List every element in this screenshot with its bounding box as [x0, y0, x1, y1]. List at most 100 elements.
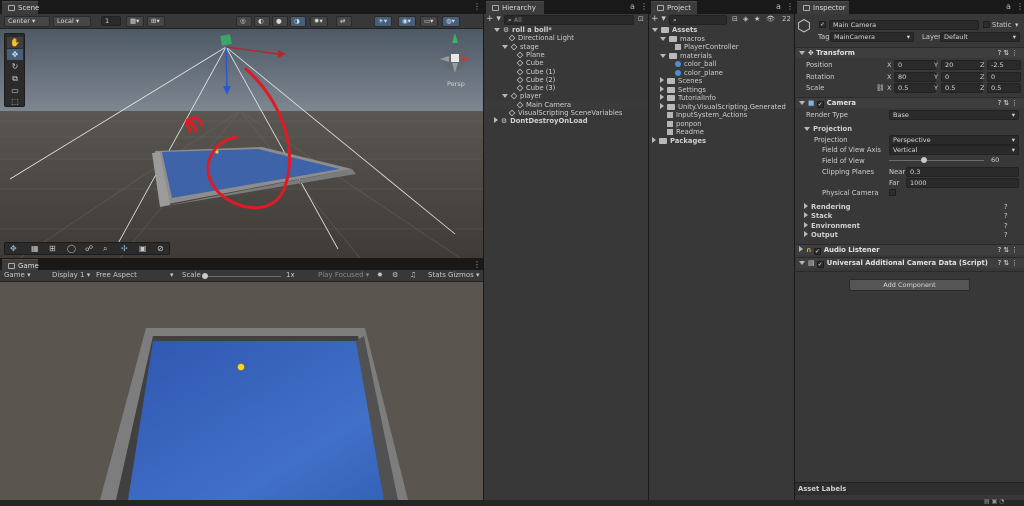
snap-increment-field[interactable]: 1 [101, 16, 121, 26]
hierarchy-filter-icon[interactable]: ⊡ [638, 15, 644, 23]
physical-camera-checkbox[interactable] [889, 189, 896, 196]
scene-menu-icon[interactable]: ⋮ [473, 2, 481, 11]
project-item[interactable]: Scenes [649, 77, 794, 86]
shading-shaded-button[interactable]: ◑ [290, 16, 306, 27]
settings-icon[interactable]: ⚙ [392, 271, 398, 279]
favorite-icon[interactable]: ★ [754, 15, 760, 23]
add-component-button[interactable]: Add Component [849, 279, 970, 291]
audio-listener-checkbox[interactable]: ✓ [813, 248, 821, 255]
asset-labels-bar[interactable]: Asset Labels [795, 482, 1024, 495]
hierarchy-item[interactable]: VisualScripting SceneVariables [484, 109, 648, 117]
move-tool-icon[interactable]: ✥ [7, 49, 23, 60]
project-item[interactable]: Unity.VisualScripting.Generated [649, 102, 794, 112]
draw-mode-button[interactable]: ✹▾ [310, 16, 328, 27]
project-create-button[interactable]: + ▾ [651, 15, 666, 24]
pivot-dropdown[interactable]: Center ▾ [4, 16, 50, 27]
collapse-icon[interactable] [494, 117, 498, 124]
stats-button[interactable]: Stats [428, 271, 446, 279]
stack-foldout[interactable]: Stack [804, 211, 832, 221]
project-item[interactable]: Assets [649, 26, 794, 35]
project-item[interactable]: InputSystem_Actions [649, 111, 794, 120]
project-item[interactable]: Settings [649, 85, 794, 95]
create-button[interactable]: + ▾ [486, 15, 501, 24]
tab-hierarchy[interactable]: Hierarchy [486, 1, 544, 14]
shading-shaded-wire-button[interactable]: ◐ [254, 16, 270, 27]
hierarchy-lock-icon[interactable]: a [630, 2, 635, 11]
shading-wireframe-button[interactable]: ◎ [236, 16, 252, 27]
z-field[interactable]: 0.5 [987, 83, 1021, 93]
static-dropdown-icon[interactable]: ▾ [1015, 20, 1018, 30]
project-item[interactable]: PlayerController [649, 43, 794, 52]
fov-value-field[interactable]: 60 [988, 156, 1019, 166]
probe-overlay-icon[interactable]: ☍ [85, 244, 93, 253]
project-item[interactable]: Readme [649, 128, 794, 137]
hierarchy-menu-icon[interactable]: ⋮ [640, 2, 648, 11]
inspector-menu-icon[interactable]: ⋮ [1016, 2, 1024, 11]
play-mode-dropdown[interactable]: Play Focused ▾ [318, 271, 369, 279]
project-item[interactable]: TutorialInfo [649, 94, 794, 103]
ball-object[interactable] [215, 150, 219, 154]
pivot-overlay-icon[interactable]: ✢ [121, 244, 128, 253]
expand-icon[interactable] [502, 94, 508, 99]
game-view-dropdown[interactable]: Game ▾ [4, 271, 31, 279]
fov-slider-thumb[interactable] [921, 157, 927, 163]
far-field[interactable]: 1000 [906, 178, 1019, 188]
active-checkbox[interactable]: ✓ [819, 21, 826, 28]
scale-slider[interactable] [203, 276, 281, 277]
output-foldout[interactable]: Output [804, 230, 838, 240]
camera-header[interactable]: ■ ✓ Camera? ⇅ ⋮ [796, 97, 1024, 108]
z-field[interactable]: -2.5 [987, 60, 1021, 70]
expand-icon[interactable] [502, 44, 508, 49]
x-field[interactable]: 0 [894, 60, 936, 70]
transform-tool-icon[interactable]: ⬚ [7, 96, 23, 107]
gizmos-toggle-button[interactable]: ◍▾ [442, 16, 460, 27]
hierarchy-item[interactable]: ⚙ roll a boll* [484, 26, 648, 34]
fov-slider[interactable] [889, 160, 984, 161]
gizmos-button[interactable]: Gizmos ▾ [448, 271, 480, 279]
search-by-label-icon[interactable]: ◈ [743, 15, 748, 23]
snap-overlay-icon[interactable]: ⊞ [49, 244, 56, 253]
layer-dropdown[interactable]: Default ▾ [940, 32, 1020, 42]
y-field[interactable]: 20 [941, 60, 983, 70]
project-search-input[interactable]: ⌕ [669, 15, 727, 25]
game-menu-icon[interactable]: ⋮ [473, 260, 481, 269]
aspect-chevron-icon[interactable]: ▾ [170, 271, 174, 279]
hierarchy-item[interactable]: Cube (2) [484, 76, 648, 84]
rotate-overlay-icon[interactable]: ◯ [67, 244, 76, 253]
hierarchy-item[interactable]: Cube (1) [484, 68, 648, 76]
project-menu-icon[interactable]: ⋮ [786, 2, 794, 11]
tab-inspector[interactable]: Inspector [797, 1, 849, 14]
compass-overlay-icon[interactable]: ⊘ [157, 244, 164, 253]
tag-dropdown[interactable]: MainCamera ▾ [830, 32, 914, 42]
project-lock-icon[interactable]: a [776, 2, 781, 11]
grid-snap-button[interactable]: ▦▾ [126, 16, 144, 27]
project-item[interactable]: materials [649, 52, 794, 61]
game-viewport[interactable] [0, 282, 483, 500]
hidden-packages-icon[interactable]: 👁 [766, 15, 775, 23]
lighting-toggle-button[interactable]: ☀▾ [374, 16, 392, 27]
collapse-icon[interactable] [660, 102, 664, 109]
mute-audio-icon[interactable]: ✸ [377, 271, 383, 279]
project-item[interactable]: macros [649, 35, 794, 44]
object-name-field[interactable]: Main Camera [829, 20, 979, 30]
space-dropdown[interactable]: Local ▾ [53, 16, 91, 27]
hierarchy-item[interactable]: Plane [484, 51, 648, 59]
volume-icon[interactable]: ♫ [410, 271, 416, 279]
scale-tool-icon[interactable]: ⧉ [7, 73, 23, 84]
aspect-dropdown[interactable]: Free Aspect [96, 271, 137, 279]
fov-axis-dropdown[interactable]: Vertical ▾ [889, 145, 1019, 155]
camera-overlay-icon[interactable]: ▣ [139, 244, 147, 253]
x-field[interactable]: 80 [894, 71, 936, 82]
project-item[interactable]: ponpon [649, 120, 794, 129]
hand-tool-icon[interactable]: ✋ [7, 37, 23, 48]
display-dropdown[interactable]: Display 1 ▾ [52, 271, 90, 279]
hierarchy-search-input[interactable]: ⌕ All [504, 15, 634, 25]
collapse-icon[interactable] [660, 85, 664, 92]
scene-viewport[interactable]: Persp [0, 29, 483, 258]
stack-help-icon[interactable]: ? [1004, 211, 1008, 221]
output-help-icon[interactable]: ? [1004, 230, 1008, 240]
project-item[interactable]: color_plane [649, 69, 794, 78]
scale-slider-thumb[interactable] [202, 273, 208, 279]
snap-settings-button[interactable]: ⊞▾ [147, 16, 165, 27]
hierarchy-item[interactable]: Main Camera [484, 100, 648, 109]
